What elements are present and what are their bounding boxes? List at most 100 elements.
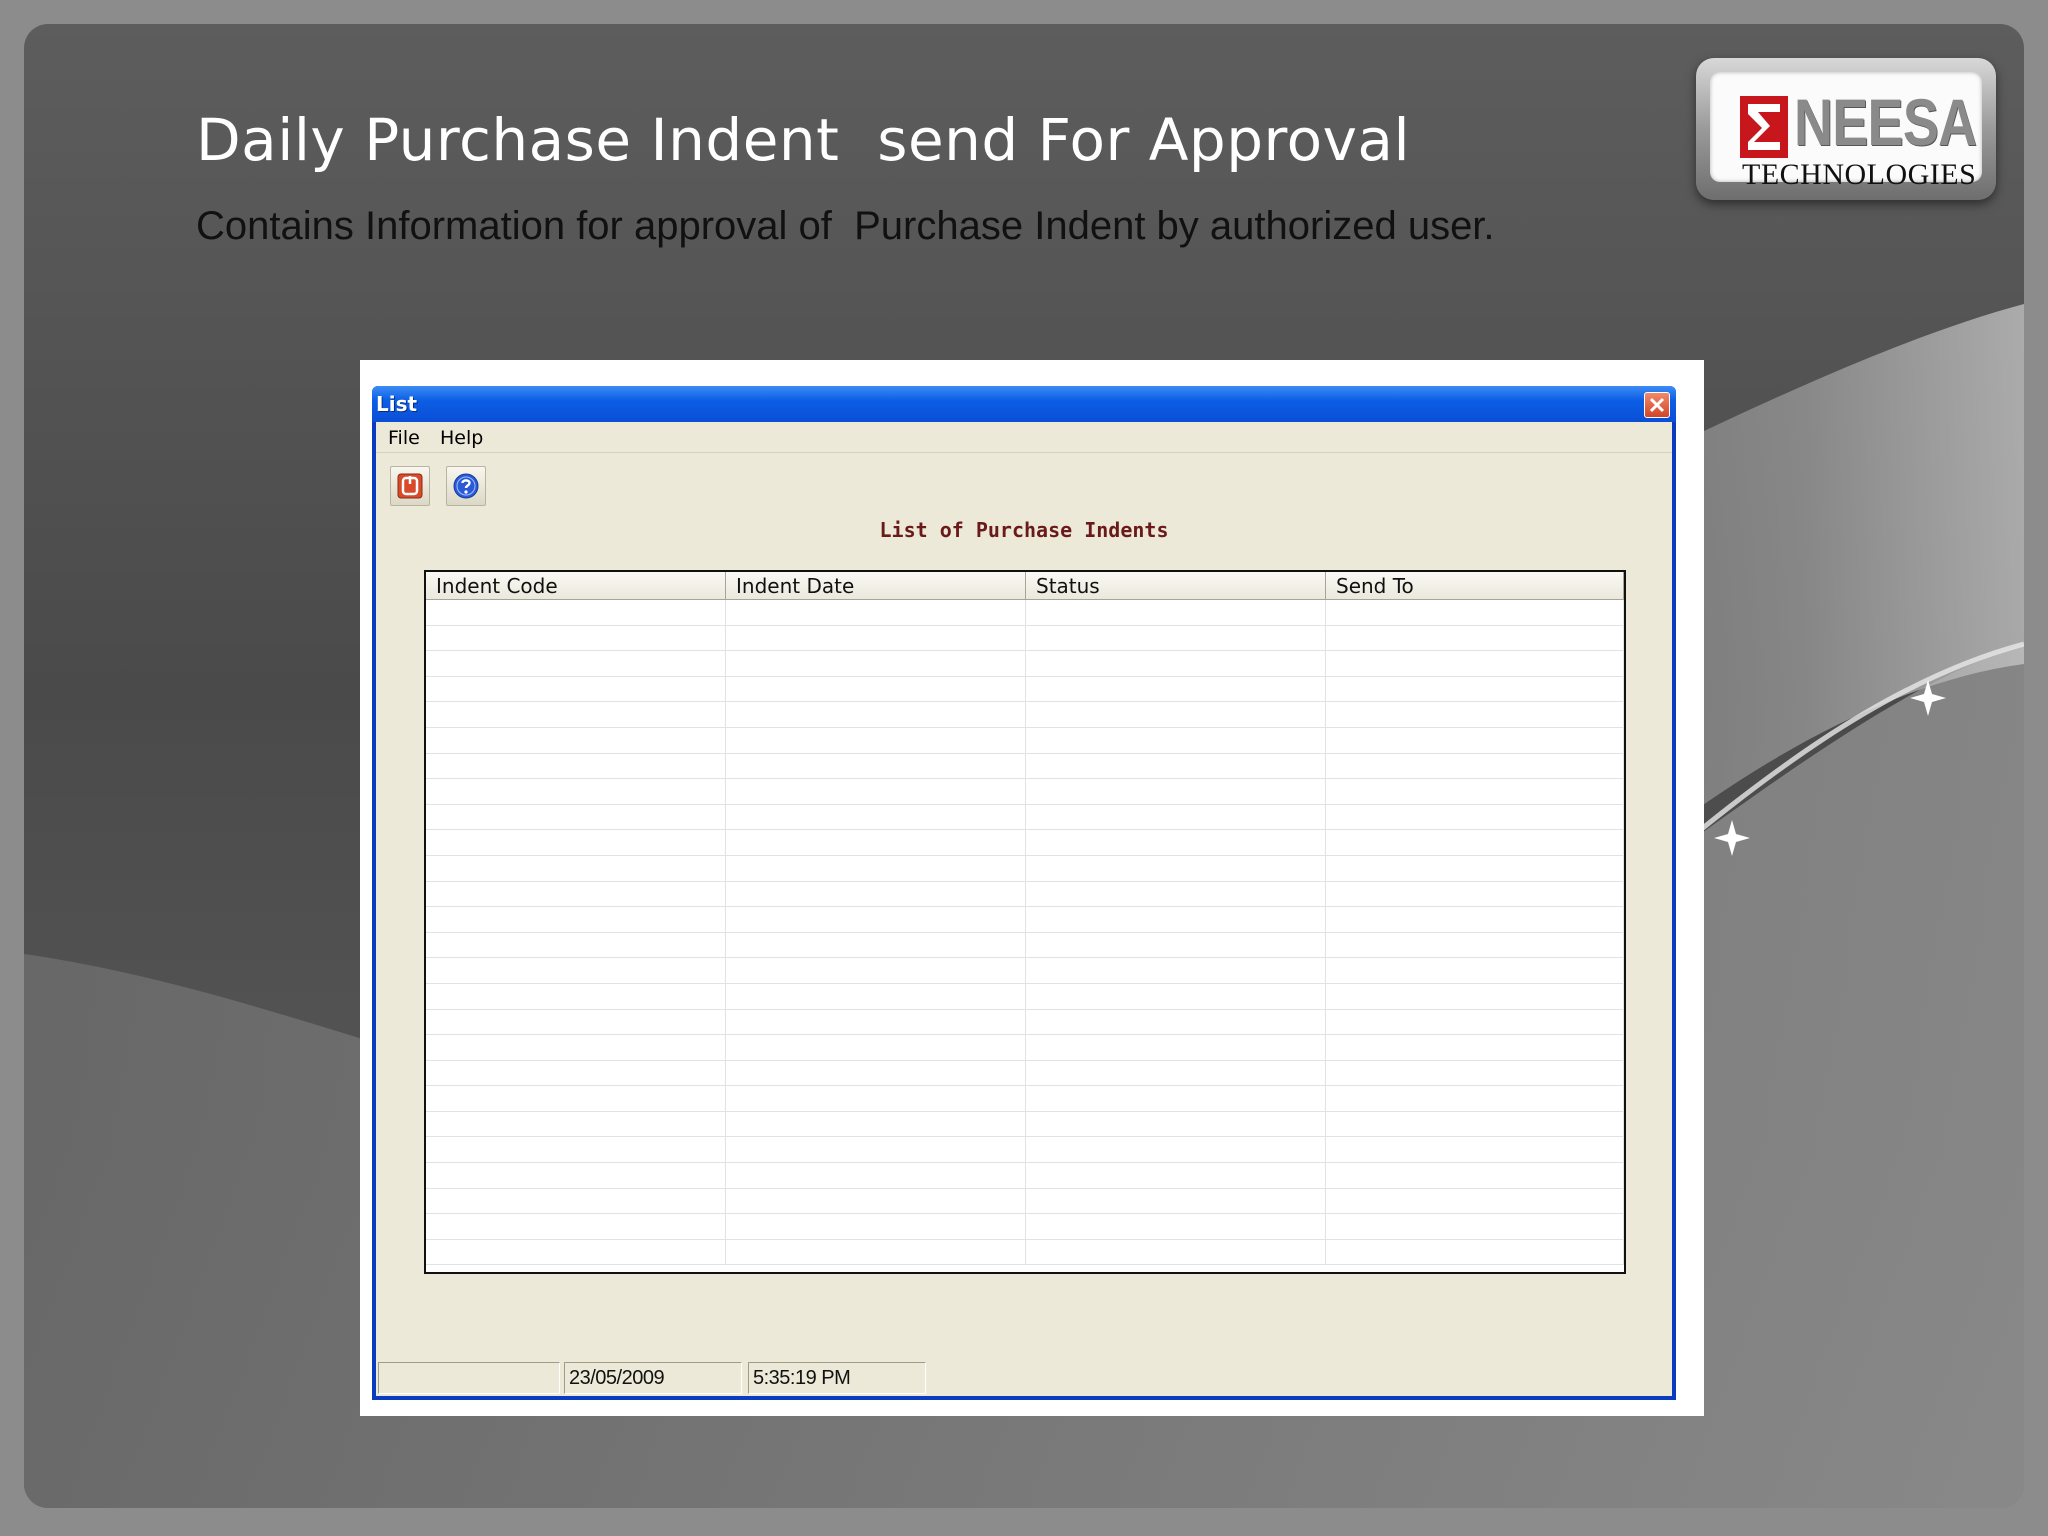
- table-cell[interactable]: [1326, 600, 1624, 625]
- table-cell[interactable]: [426, 1214, 726, 1239]
- table-cell[interactable]: [1026, 702, 1326, 727]
- table-cell[interactable]: [426, 881, 726, 907]
- table-row[interactable]: [426, 830, 1624, 856]
- table-cell[interactable]: [1326, 1214, 1624, 1239]
- table-cell[interactable]: [1326, 804, 1624, 830]
- table-row[interactable]: [426, 804, 1624, 831]
- table-cell[interactable]: [426, 958, 726, 983]
- table-cell[interactable]: [426, 753, 726, 779]
- table-cell[interactable]: [1326, 1137, 1624, 1163]
- table-row[interactable]: [426, 1163, 1624, 1189]
- table-cell[interactable]: [426, 702, 726, 727]
- table-cell[interactable]: [1026, 1035, 1326, 1060]
- table-cell[interactable]: [1326, 676, 1624, 702]
- table-cell[interactable]: [426, 855, 726, 881]
- close-button[interactable]: [1644, 392, 1670, 418]
- table-cell[interactable]: [726, 983, 1026, 1009]
- table-cell[interactable]: [726, 958, 1026, 983]
- table-cell[interactable]: [1026, 600, 1326, 625]
- table-cell[interactable]: [1326, 1163, 1624, 1188]
- table-row[interactable]: [426, 958, 1624, 984]
- table-cell[interactable]: [1326, 1188, 1624, 1214]
- table-row[interactable]: [426, 881, 1624, 908]
- table-body[interactable]: [426, 600, 1624, 1272]
- table-cell[interactable]: [1326, 855, 1624, 881]
- table-row[interactable]: [426, 1188, 1624, 1215]
- table-row[interactable]: [426, 1060, 1624, 1087]
- table-cell[interactable]: [1326, 958, 1624, 983]
- table-cell[interactable]: [726, 651, 1026, 676]
- table-cell[interactable]: [1026, 830, 1326, 855]
- table-cell[interactable]: [426, 727, 726, 753]
- table-cell[interactable]: [726, 727, 1026, 753]
- table-cell[interactable]: [426, 1086, 726, 1111]
- table-cell[interactable]: [426, 779, 726, 804]
- table-cell[interactable]: [1326, 651, 1624, 676]
- table-cell[interactable]: [1026, 1163, 1326, 1188]
- table-cell[interactable]: [726, 855, 1026, 881]
- table-cell[interactable]: [1026, 983, 1326, 1009]
- table-cell[interactable]: [726, 932, 1026, 958]
- table-cell[interactable]: [1326, 753, 1624, 779]
- table-cell[interactable]: [1326, 983, 1624, 1009]
- table-cell[interactable]: [726, 1163, 1026, 1188]
- table-cell[interactable]: [726, 600, 1026, 625]
- menu-help[interactable]: Help: [440, 427, 483, 449]
- table-cell[interactable]: [426, 676, 726, 702]
- table-cell[interactable]: [426, 907, 726, 932]
- table-cell[interactable]: [1026, 1137, 1326, 1163]
- table-cell[interactable]: [726, 1035, 1026, 1060]
- table-cell[interactable]: [426, 804, 726, 830]
- table-cell[interactable]: [726, 702, 1026, 727]
- table-cell[interactable]: [726, 676, 1026, 702]
- table-row[interactable]: [426, 753, 1624, 780]
- table-cell[interactable]: [426, 1111, 726, 1137]
- help-button[interactable]: [446, 466, 486, 506]
- column-header-status[interactable]: Status: [1026, 572, 1326, 600]
- table-cell[interactable]: [1326, 932, 1624, 958]
- table-cell[interactable]: [426, 983, 726, 1009]
- table-cell[interactable]: [1026, 958, 1326, 983]
- table-cell[interactable]: [726, 907, 1026, 932]
- table-cell[interactable]: [426, 651, 726, 676]
- table-cell[interactable]: [726, 1239, 1026, 1265]
- table-cell[interactable]: [426, 932, 726, 958]
- table-cell[interactable]: [1026, 1009, 1326, 1035]
- table-cell[interactable]: [1326, 1009, 1624, 1035]
- table-cell[interactable]: [726, 1188, 1026, 1214]
- table-cell[interactable]: [1326, 881, 1624, 907]
- table-cell[interactable]: [1326, 779, 1624, 804]
- exit-button[interactable]: [390, 466, 430, 506]
- column-header-indent-date[interactable]: Indent Date: [726, 572, 1026, 600]
- table-row[interactable]: [426, 779, 1624, 805]
- table-cell[interactable]: [426, 1137, 726, 1163]
- table-row[interactable]: [426, 932, 1624, 959]
- table-cell[interactable]: [726, 753, 1026, 779]
- table-row[interactable]: [426, 907, 1624, 933]
- table-cell[interactable]: [1026, 1086, 1326, 1111]
- table-cell[interactable]: [1026, 1060, 1326, 1086]
- table-cell[interactable]: [426, 1035, 726, 1060]
- table-cell[interactable]: [426, 1188, 726, 1214]
- table-cell[interactable]: [1026, 1214, 1326, 1239]
- table-row[interactable]: [426, 625, 1624, 652]
- table-cell[interactable]: [1026, 1111, 1326, 1137]
- table-row[interactable]: [426, 1009, 1624, 1036]
- table-cell[interactable]: [426, 1163, 726, 1188]
- table-cell[interactable]: [1326, 625, 1624, 651]
- table-cell[interactable]: [726, 1137, 1026, 1163]
- table-row[interactable]: [426, 983, 1624, 1010]
- table-cell[interactable]: [726, 804, 1026, 830]
- table-cell[interactable]: [726, 1060, 1026, 1086]
- table-cell[interactable]: [1026, 651, 1326, 676]
- table-cell[interactable]: [726, 830, 1026, 855]
- table-cell[interactable]: [426, 600, 726, 625]
- window-titlebar[interactable]: List: [372, 386, 1676, 422]
- table-cell[interactable]: [1026, 907, 1326, 932]
- indent-table[interactable]: Indent Code Indent Date Status Send To: [424, 570, 1626, 1274]
- table-cell[interactable]: [1326, 907, 1624, 932]
- table-cell[interactable]: [1026, 932, 1326, 958]
- table-cell[interactable]: [1026, 1188, 1326, 1214]
- table-cell[interactable]: [726, 1086, 1026, 1111]
- table-cell[interactable]: [726, 779, 1026, 804]
